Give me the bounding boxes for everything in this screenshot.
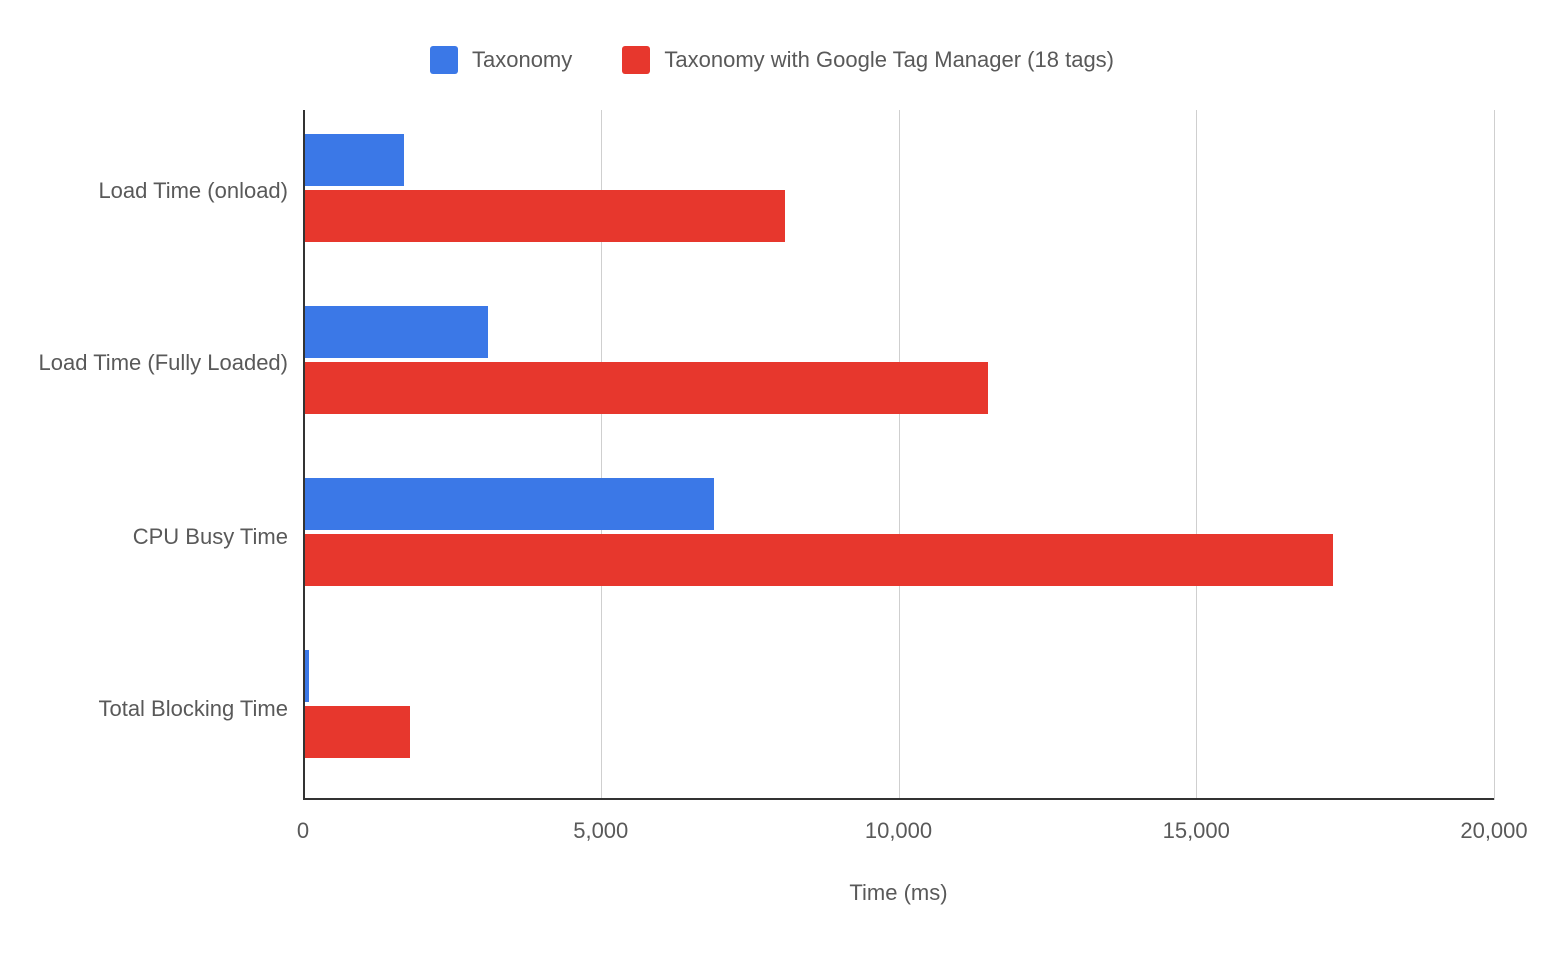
x-tick-15000: 15,000 <box>1163 818 1230 844</box>
gridline-20000 <box>1494 110 1495 800</box>
bar-taxonomy-cpu-busy <box>303 478 714 530</box>
legend: Taxonomy Taxonomy with Google Tag Manage… <box>0 46 1544 80</box>
x-axis-title: Time (ms) <box>303 880 1494 906</box>
legend-label-taxonomy: Taxonomy <box>472 47 572 73</box>
x-axis-labels: 0 5,000 10,000 15,000 20,000 <box>303 818 1494 858</box>
y-label-load-fully-loaded: Load Time (Fully Loaded) <box>0 350 288 376</box>
legend-item-taxonomy-gtm: Taxonomy with Google Tag Manager (18 tag… <box>622 46 1114 74</box>
chart-container: Taxonomy Taxonomy with Google Tag Manage… <box>0 0 1544 956</box>
y-label-load-onload: Load Time (onload) <box>0 178 288 204</box>
legend-swatch-red <box>622 46 650 74</box>
band-load-onload <box>303 110 1494 282</box>
bar-taxonomy-gtm-cpu-busy <box>303 534 1333 586</box>
bar-taxonomy-gtm-fully-loaded <box>303 362 988 414</box>
legend-swatch-blue <box>430 46 458 74</box>
x-tick-10000: 10,000 <box>865 818 932 844</box>
plot-area <box>303 110 1494 800</box>
band-total-blocking <box>303 626 1494 798</box>
legend-item-taxonomy: Taxonomy <box>430 46 572 74</box>
bar-taxonomy-fully-loaded <box>303 306 488 358</box>
band-fully-loaded <box>303 282 1494 454</box>
x-tick-0: 0 <box>297 818 309 844</box>
legend-label-taxonomy-gtm: Taxonomy with Google Tag Manager (18 tag… <box>664 47 1114 73</box>
y-axis-line <box>303 110 305 800</box>
y-label-cpu-busy-time: CPU Busy Time <box>0 524 288 550</box>
band-cpu-busy <box>303 454 1494 626</box>
y-label-total-blocking: Total Blocking Time <box>0 696 288 722</box>
bar-taxonomy-gtm-load-onload <box>303 190 785 242</box>
bar-taxonomy-gtm-total-blocking <box>303 706 410 758</box>
x-tick-5000: 5,000 <box>573 818 628 844</box>
y-axis-labels: Load Time (onload) Load Time (Fully Load… <box>0 110 288 800</box>
x-axis-line <box>303 798 1494 800</box>
bar-taxonomy-load-onload <box>303 134 404 186</box>
x-tick-20000: 20,000 <box>1460 818 1527 844</box>
